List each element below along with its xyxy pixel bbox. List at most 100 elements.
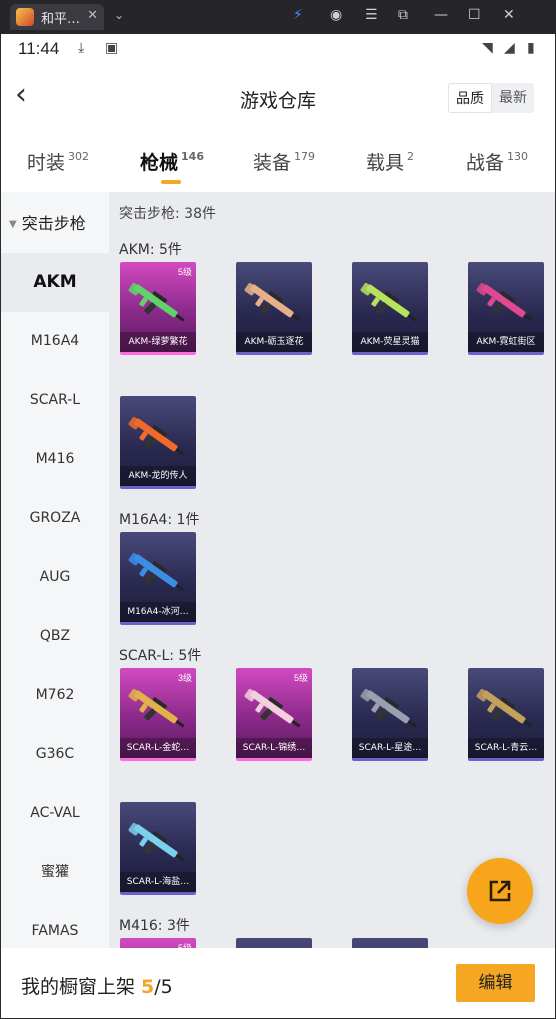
sidebar-item-m16a4[interactable]: M16A4	[1, 312, 109, 371]
sidebar-item-m762[interactable]: M762	[1, 666, 109, 725]
weapon-card[interactable]: 5级 AKM-绿萝繁花	[120, 262, 196, 355]
sidebar-item-honey-badger[interactable]: 蜜獾	[1, 843, 109, 902]
showcase-total: /5	[154, 976, 173, 998]
menu-icon[interactable]: ☰	[365, 7, 378, 23]
sidebar-item-akm[interactable]: AKM	[1, 253, 109, 312]
weapon-name: SCAR-L-海盐…	[120, 872, 196, 892]
group-label: SCAR-L: 5件	[119, 648, 202, 664]
tab-equipment[interactable]: 装备 179	[253, 148, 315, 175]
app-icon	[16, 8, 34, 26]
status-bar: 11:44 ⤓ ▣ ◥ ◢ ▮	[1, 34, 555, 64]
tab-count: 179	[294, 150, 316, 163]
phone-screen: 11:44 ⤓ ▣ ◥ ◢ ▮ ‹ 游戏仓库 品质 最新 时装 302 枪械 146…	[1, 34, 555, 1018]
app-tab[interactable]: 和平… ✕	[10, 4, 104, 30]
category-tabs: 时装 302 枪械 146 装备 179 载具 2 战备 130	[1, 134, 555, 192]
weapon-name: SCAR-L-金蛇…	[120, 738, 196, 758]
external-link-icon	[489, 880, 511, 902]
header: ‹ 游戏仓库 品质 最新	[1, 64, 555, 134]
rifle-icon	[128, 416, 185, 456]
share-button[interactable]	[467, 858, 533, 924]
download-icon: ⤓	[78, 40, 85, 56]
showcase-status: 我的橱窗上架 5/5	[21, 972, 173, 999]
tab-active-indicator	[161, 180, 181, 184]
sort-quality-button[interactable]: 品质	[448, 83, 492, 113]
weapon-card[interactable]: M16A4-冰河…	[120, 532, 196, 625]
weapon-card[interactable]: SCAR-L-海盐…	[120, 802, 196, 895]
rifle-icon	[244, 282, 301, 322]
tab-count: 302	[68, 150, 90, 163]
notification-icon: ▣	[105, 40, 119, 56]
weapon-card[interactable]: 5级 SCAR-L-锦绣…	[236, 668, 312, 761]
group-label: M16A4: 1件	[119, 512, 200, 528]
weapon-card[interactable]: 3级 SCAR-L-金蛇…	[120, 668, 196, 761]
weapon-sidebar: ▼ 突击步枪 AKM M16A4 SCAR-L M416 GROZA AUG QB…	[1, 192, 109, 948]
weapon-card[interactable]: AKM-龙的传人	[120, 396, 196, 489]
rifle-icon	[128, 822, 185, 862]
weapon-name: AKM-绿萝繁花	[120, 332, 196, 352]
rifle-icon	[244, 688, 301, 728]
rifle-icon	[476, 282, 533, 322]
tab-fashion[interactable]: 时装 302	[27, 148, 89, 175]
sidebar-item-aug[interactable]: AUG	[1, 548, 109, 607]
group-label: AKM: 5件	[119, 242, 182, 258]
screenshot-icon[interactable]: ⧉	[398, 7, 408, 23]
sidebar-item-m416[interactable]: M416	[1, 430, 109, 489]
sidebar-item-groza[interactable]: GROZA	[1, 489, 109, 548]
weapon-name: AKM-龙的传人	[120, 466, 196, 486]
weapon-name: M16A4-冰河…	[120, 602, 196, 622]
weapon-card[interactable]: AKM-砺玉逐花	[236, 262, 312, 355]
sidebar-item-qbz[interactable]: QBZ	[1, 607, 109, 666]
weapon-card[interactable]	[352, 938, 428, 948]
sidebar-item-g36c[interactable]: G36C	[1, 725, 109, 784]
tab-dropdown-icon[interactable]: ⌄	[114, 8, 124, 22]
level-badge: 5级	[177, 267, 192, 277]
weapon-card[interactable]: AKM-霓虹街区	[468, 262, 544, 355]
tab-vehicles[interactable]: 载具 2	[366, 148, 414, 175]
status-time: 11:44	[18, 39, 60, 58]
weapon-name: AKM-荧星灵猫	[352, 332, 428, 352]
sidebar-item-ac-val[interactable]: AC-VAL	[1, 784, 109, 843]
battery-icon: ▮	[527, 40, 535, 56]
tab-count: 130	[507, 150, 529, 163]
boost-icon[interactable]: ⚡	[293, 7, 303, 23]
rifle-icon	[360, 688, 417, 728]
weapon-card[interactable]: 5级	[120, 938, 196, 948]
weapon-name: AKM-霓虹街区	[468, 332, 544, 352]
weapon-card[interactable]: SCAR-L-青云…	[468, 668, 544, 761]
sidebar-item-famas[interactable]: FAMAS	[1, 902, 109, 948]
level-badge: 5级	[293, 673, 308, 683]
weapon-grid: 突击步枪: 38件 AKM: 5件 5级 AKM-绿萝繁花 AKM-砺玉逐花 AKM-荧…	[109, 192, 555, 948]
close-window-icon[interactable]: ✕	[503, 7, 515, 23]
footer-bar: 我的橱窗上架 5/5 编辑	[1, 948, 555, 1018]
showcase-count: 5	[141, 976, 155, 998]
rifle-icon	[476, 688, 533, 728]
rifle-icon	[360, 282, 417, 322]
group-label: M416: 3件	[119, 918, 190, 934]
weapon-name: AKM-砺玉逐花	[236, 332, 312, 352]
level-badge: 5级	[177, 943, 192, 948]
rifle-icon	[128, 688, 185, 728]
weapon-card[interactable]: AKM-荧星灵猫	[352, 262, 428, 355]
weapon-name: SCAR-L-青云…	[468, 738, 544, 758]
edit-button[interactable]: 编辑	[456, 964, 535, 1002]
rifle-icon	[128, 282, 185, 322]
tab-supplies[interactable]: 战备 130	[466, 148, 528, 175]
account-icon[interactable]: ◉	[330, 7, 342, 23]
weapon-card[interactable]: SCAR-L-星途…	[352, 668, 428, 761]
sidebar-item-scar-l[interactable]: SCAR-L	[1, 371, 109, 430]
sort-toggle: 品质 最新	[448, 83, 534, 113]
chevron-down-icon: ▼	[9, 219, 17, 230]
tab-label: 战备	[466, 152, 505, 174]
minimize-icon[interactable]: —	[434, 7, 448, 23]
tab-close-icon[interactable]: ✕	[87, 8, 98, 23]
tab-firearms[interactable]: 枪械 146	[140, 148, 204, 184]
weapon-card[interactable]	[236, 938, 312, 948]
rifle-icon	[128, 552, 185, 592]
showcase-label: 我的橱窗上架	[21, 976, 142, 998]
tab-count: 146	[181, 150, 204, 163]
sort-newest-button[interactable]: 最新	[492, 83, 534, 113]
maximize-icon[interactable]: ☐	[468, 7, 481, 23]
sidebar-group-header[interactable]: ▼ 突击步枪	[1, 210, 109, 234]
sidebar-group-label: 突击步枪	[21, 214, 86, 233]
level-badge: 3级	[177, 673, 192, 683]
